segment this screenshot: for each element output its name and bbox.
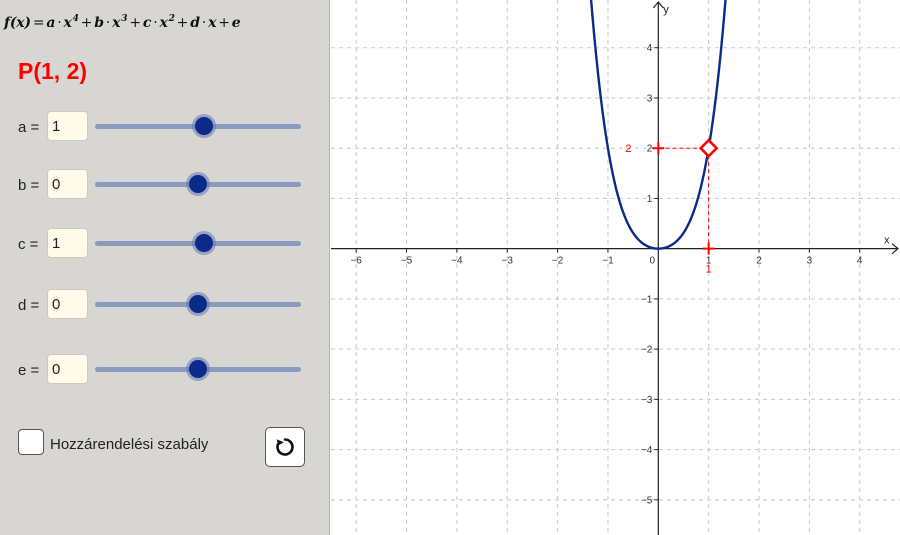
slider-c-label: c = <box>18 236 39 253</box>
graphics-view[interactable]: x y −6 −5 −4 −3 −2 −1 0 1 2 3 4 −5 −4 −3 −2 −1 1 2 3 4 12 <box>331 0 900 535</box>
formula-x: x <box>208 15 217 31</box>
y-tick-label: −5 <box>641 495 653 506</box>
slider-e-input[interactable]: 0 <box>47 354 88 384</box>
y-tick-label: −4 <box>641 445 653 456</box>
slider-a-input[interactable]: 1 <box>47 111 88 141</box>
y-tick-label: 4 <box>647 43 653 54</box>
y-tick-label: −2 <box>641 345 653 356</box>
y-tick-label: 3 <box>647 93 653 104</box>
slider-row-a: a = 1 <box>0 111 330 145</box>
slider-b-label: b = <box>18 177 40 194</box>
formula-x: x <box>112 15 121 31</box>
x-tick-label: −4 <box>451 256 463 267</box>
x-tick-label: −2 <box>552 256 564 267</box>
y-tick-label: −1 <box>641 294 653 305</box>
formula-a: a <box>46 15 56 31</box>
slider-row-e: e = 0 <box>0 354 330 388</box>
x-tick-label: 2 <box>756 256 762 267</box>
slider-d-label: d = <box>18 297 40 314</box>
slider-d-input[interactable]: 0 <box>47 289 88 319</box>
formula-e: e <box>231 15 241 31</box>
x-tick-label: −1 <box>602 256 614 267</box>
formula-exp2: 2 <box>168 14 175 24</box>
slider-d-knob[interactable] <box>189 295 207 313</box>
formula-function-name: f(x) <box>4 15 31 31</box>
slider-a-knob[interactable] <box>195 117 214 135</box>
x-axis-label: x <box>884 235 890 247</box>
y-tick-label: 2 <box>647 144 653 155</box>
slider-e-knob[interactable] <box>189 360 207 378</box>
slider-b-knob[interactable] <box>189 175 207 193</box>
slider-c-knob[interactable] <box>195 234 214 252</box>
axes: x y <box>331 1 899 535</box>
rule-checkbox[interactable] <box>18 429 44 455</box>
slider-a-label: a = <box>18 119 40 136</box>
point-y-label: 2 <box>625 143 631 155</box>
algebra-panel: f(x) = a · x4 + b · x3 + c · x2 + d · x + e P(1, 2) a = 1 … <box>0 0 330 535</box>
y-tick-label: −3 <box>641 395 653 406</box>
slider-b-input[interactable]: 0 <box>47 169 88 199</box>
formula-c: c <box>142 15 152 31</box>
formula-x: x <box>159 15 168 31</box>
slider-e-label: e = <box>18 362 40 379</box>
grid <box>331 0 900 535</box>
x-tick-label: 0 <box>650 256 656 267</box>
slider-row-d: d = 0 <box>0 289 330 323</box>
x-tick-label: −6 <box>350 256 362 267</box>
reset-button[interactable] <box>265 427 305 467</box>
slider-row-c: c = 1 <box>0 228 330 262</box>
x-tick-label: 3 <box>807 256 813 267</box>
tick-labels: −6 −5 −4 −3 −2 −1 0 1 2 3 4−5−4−3−2−11234 <box>350 43 862 506</box>
y-tick-label: 1 <box>647 194 653 205</box>
function-formula: f(x) = a · x4 + b · x3 + c · x2 + d · x + e <box>4 14 241 31</box>
point-p-marker[interactable] <box>698 138 719 158</box>
point-projection-x <box>702 242 715 255</box>
formula-exp3: 3 <box>121 14 128 24</box>
coordinate-plane[interactable]: x y −6 −5 −4 −3 −2 −1 0 1 2 3 4−5−4−3−2−11234 12 <box>331 0 900 535</box>
formula-exp4: 4 <box>72 14 79 24</box>
formula-d: d <box>190 15 200 31</box>
formula-b: b <box>94 15 104 31</box>
rule-checkbox-label[interactable]: Hozzárendelési szabály <box>50 436 208 453</box>
point-layer <box>698 138 719 158</box>
formula-x: x <box>63 15 72 31</box>
x-tick-label: 4 <box>857 256 863 267</box>
x-tick-label: −5 <box>401 256 413 267</box>
slider-c-input[interactable]: 1 <box>47 228 88 258</box>
point-projection-y <box>652 142 665 155</box>
reset-icon <box>276 438 294 456</box>
point-helper-lines: 12 <box>625 142 715 276</box>
point-label: P(1, 2) <box>18 58 88 84</box>
x-tick-label: −3 <box>502 256 514 267</box>
point-x-label: 1 <box>706 264 712 276</box>
slider-row-b: b = 0 <box>0 169 330 203</box>
y-axis-label: y <box>663 4 669 16</box>
